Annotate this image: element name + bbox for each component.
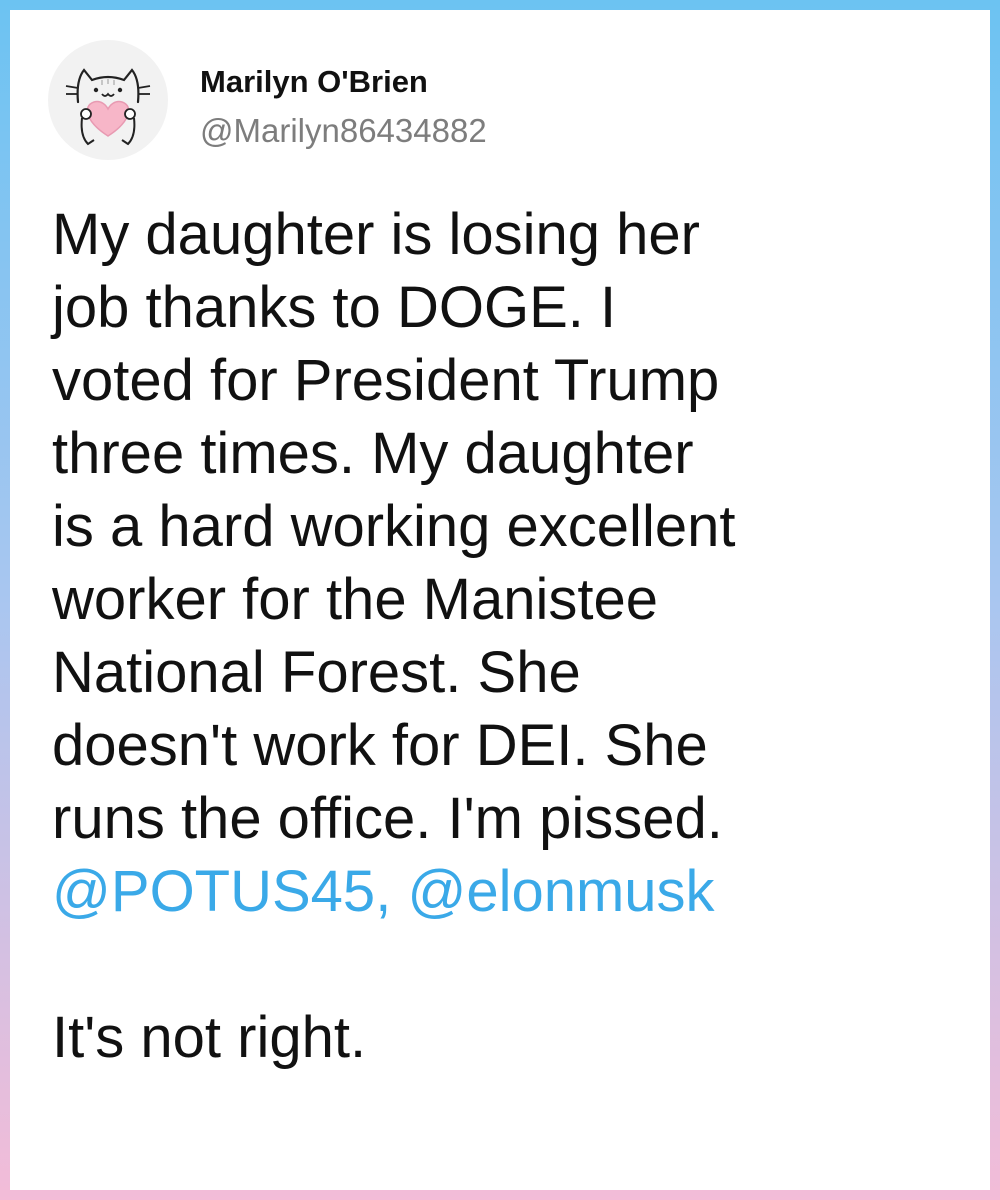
post-text-line: is a hard working excellent xyxy=(52,494,736,559)
mention-link-potus45[interactable]: @POTUS45 xyxy=(52,859,375,924)
post-header: Marilyn O'Brien @Marilyn86434882 xyxy=(48,40,948,170)
post-text-line: National Forest. She xyxy=(52,640,581,705)
post-text-line: My daughter is losing her xyxy=(52,202,700,267)
post-text-line: three times. My daughter xyxy=(52,421,694,486)
author-handle[interactable]: @Marilyn86434882 xyxy=(200,112,487,150)
post-text-line: job thanks to DOGE. I xyxy=(52,275,617,340)
post-text-line: voted for President Trump xyxy=(52,348,720,413)
post-text: My daughter is losing her job thanks to … xyxy=(52,198,972,1074)
post-card: Marilyn O'Brien @Marilyn86434882 My daug… xyxy=(10,10,990,1190)
mention-link-elonmusk[interactable]: @elonmusk xyxy=(407,859,714,924)
cat-avatar-icon xyxy=(65,68,151,146)
author-name[interactable]: Marilyn O'Brien xyxy=(200,64,428,100)
post-text-line: doesn't work for DEI. She xyxy=(52,713,708,778)
mentions-line: @POTUS45, @elonmusk xyxy=(52,855,972,928)
mention-separator: , xyxy=(375,859,408,924)
closing-line: It's not right. xyxy=(52,1005,367,1070)
avatar[interactable] xyxy=(48,40,168,160)
post-text-line: runs the office. I'm pissed. xyxy=(52,786,723,851)
post-text-line: worker for the Manistee xyxy=(52,567,659,632)
